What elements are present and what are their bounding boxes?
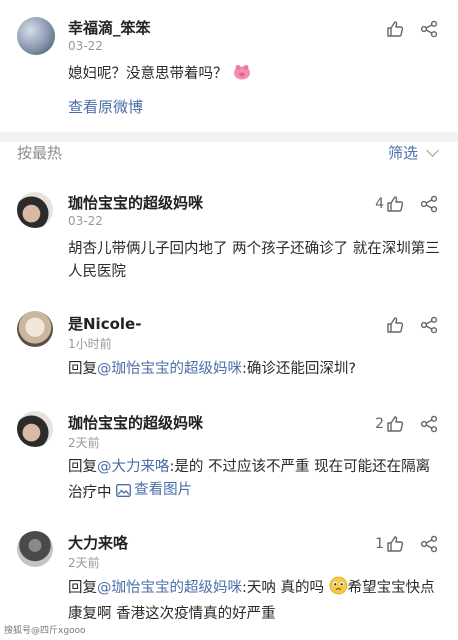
comment-text: 回复@珈怡宝宝的超级妈咪:确诊还能回深圳?: [68, 358, 440, 381]
username[interactable]: 是Nicole-: [68, 313, 141, 334]
post-text: 媳妇呢？没意思带着吗？: [68, 63, 440, 89]
comment-actions: [384, 316, 438, 334]
filter-label: 筛选: [387, 144, 418, 162]
timestamp: 1小时前: [68, 337, 112, 351]
like-icon[interactable]: [386, 535, 404, 553]
like-icon[interactable]: [386, 415, 404, 433]
like-icon[interactable]: [386, 20, 404, 38]
pleading-face-emoji-icon: [329, 576, 348, 603]
chevron-down-icon: [426, 143, 439, 157]
timestamp: 03-22: [68, 39, 103, 53]
username[interactable]: 珈怡宝宝的超级妈咪: [68, 412, 203, 433]
view-original-link[interactable]: 查看原微博: [68, 96, 143, 117]
like-count: 1: [375, 536, 384, 552]
comment-text: 回复@珈怡宝宝的超级妈咪:天呐 真的吗 希望宝宝快点康复啊 香港这次疫情真的好严…: [68, 576, 440, 626]
mention-link[interactable]: @珈怡宝宝的超级妈咪: [97, 361, 242, 377]
username[interactable]: 珈怡宝宝的超级妈咪: [68, 192, 203, 213]
share-icon[interactable]: [420, 535, 438, 553]
reply-content: :天呐 真的吗: [242, 580, 324, 596]
sort-hot-button[interactable]: 按最热: [17, 142, 62, 163]
like-icon[interactable]: [386, 316, 404, 334]
comment-text: 回复@大力来咯:是的 不过应该不严重 现在可能还在隔离治疗中 查看图片: [68, 456, 440, 505]
sort-bar: 按最热 筛选: [0, 142, 458, 166]
avatar[interactable]: [17, 17, 55, 55]
comment-actions: 2: [375, 415, 438, 433]
share-icon[interactable]: [420, 316, 438, 334]
comment-actions: 1: [375, 535, 438, 553]
mention-link[interactable]: @大力来咯: [97, 459, 170, 475]
comment-actions: 4: [375, 195, 438, 213]
avatar[interactable]: [17, 311, 53, 347]
like-count: 4: [375, 196, 384, 212]
reply-prefix: 回复: [68, 459, 97, 475]
filter-button[interactable]: 筛选: [387, 142, 439, 163]
timestamp: 03-22: [68, 214, 103, 228]
like-icon[interactable]: [386, 195, 404, 213]
original-post: 幸福滴_笨笨 03-22 媳妇呢？没意思带着吗？ 查看原微博: [0, 0, 458, 132]
comment-text: 胡杏儿带俩儿子回内地了 两个孩子还确诊了 就在深圳第三人民医院: [68, 241, 440, 280]
share-icon[interactable]: [420, 20, 438, 38]
avatar[interactable]: [17, 192, 53, 228]
mention-link[interactable]: @珈怡宝宝的超级妈咪: [97, 580, 242, 596]
share-icon[interactable]: [420, 415, 438, 433]
timestamp: 2天前: [68, 556, 100, 570]
section-divider: [0, 132, 458, 142]
view-image-label: 查看图片: [134, 482, 193, 498]
view-image-link[interactable]: 查看图片: [116, 479, 192, 502]
timestamp: 2天前: [68, 436, 100, 450]
share-icon[interactable]: [420, 195, 438, 213]
username[interactable]: 大力来咯: [68, 532, 128, 553]
post-text-content: 媳妇呢？没意思带着吗？: [68, 66, 228, 82]
reply-prefix: 回复: [68, 580, 97, 596]
reply-prefix: 回复: [68, 361, 97, 377]
post-actions: [386, 20, 438, 38]
image-icon: [116, 484, 132, 497]
username[interactable]: 幸福滴_笨笨: [68, 17, 151, 38]
reply-content: :确诊还能回深圳?: [242, 361, 357, 377]
avatar[interactable]: [17, 411, 53, 447]
like-count: 2: [375, 416, 384, 432]
pink-pig-emoji-icon: [232, 63, 252, 89]
avatar[interactable]: [17, 531, 53, 567]
watermark: 搜狐号@四斤xgooo: [4, 626, 86, 636]
